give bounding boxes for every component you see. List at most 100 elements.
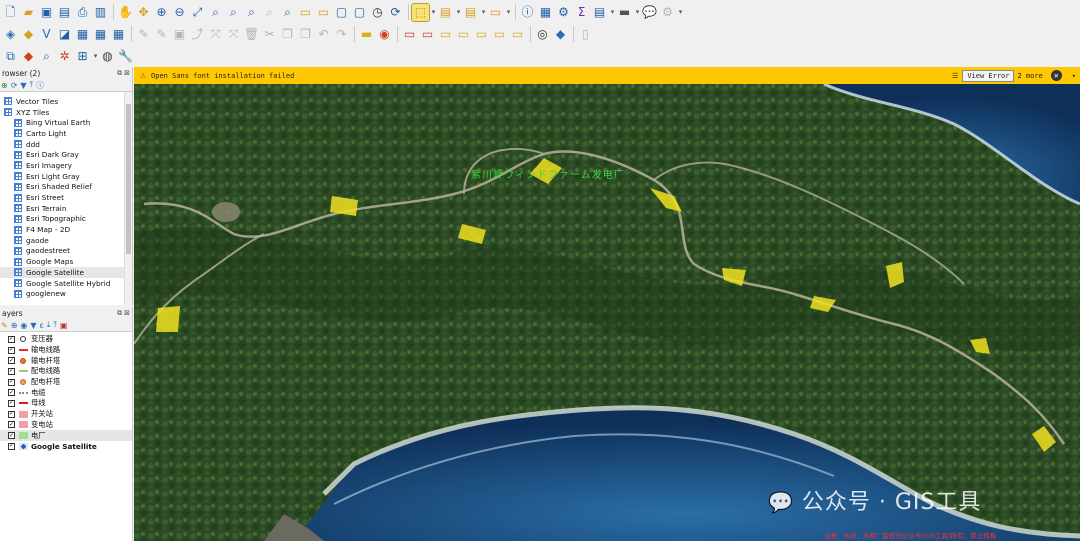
browser-item[interactable]: gaodestreet (0, 246, 132, 257)
browser-item[interactable]: F4 Map - 2D (0, 224, 132, 235)
label-diagram-icon[interactable]: ◉ (376, 26, 393, 43)
map-canvas[interactable]: 紫川岬ウィンドファーム发电厂 💬 公众号 · GIS工具 注意：水印，声明：版权… (134, 84, 1080, 541)
close-panel-icon[interactable]: ⊠ (124, 69, 130, 78)
layer-visibility-checkbox[interactable]: ✓ (8, 357, 15, 365)
view-error-button[interactable]: View Error (962, 69, 1015, 82)
clock-icon[interactable]: ◷ (369, 4, 386, 21)
layer-row[interactable]: ✓ 配电线路 (0, 366, 132, 377)
identify-2-icon[interactable]: ⊞ (74, 48, 91, 65)
layer-visibility-checkbox[interactable]: ✓ (8, 367, 15, 375)
new-3d-view-icon[interactable]: ▢ (351, 4, 368, 21)
layer-visibility-checkbox[interactable]: ✓ (8, 399, 15, 407)
layer-visibility-checkbox[interactable]: ✓ (8, 442, 15, 450)
chevron-down-icon[interactable]: ▾ (430, 8, 437, 16)
python-icon[interactable]: ◆ (552, 26, 569, 43)
layer-row[interactable]: ✓ 输电线路 (0, 345, 132, 356)
collapse-all-icon[interactable]: ⤒ (53, 320, 57, 330)
add-grid-icon[interactable]: ▦ (110, 26, 127, 43)
browser-item[interactable]: Carto Light (0, 128, 132, 139)
zoom-out-icon[interactable]: ⊖ (171, 4, 188, 21)
layer-visibility-checkbox[interactable]: ✓ (8, 410, 15, 418)
toggle-edit-icon[interactable]: ✎ (153, 26, 170, 43)
layer-row[interactable]: ✓ 开关站 (0, 409, 132, 420)
add-selected-icon[interactable]: ⊕ (1, 81, 8, 90)
save-edits-icon[interactable]: ▣ (171, 26, 188, 43)
float-panel-icon[interactable]: ⧉ (117, 69, 122, 78)
refresh-icon[interactable]: ⟳ (11, 81, 18, 90)
browser-item[interactable]: Esri Light Gray (0, 171, 132, 182)
copy-icon[interactable]: ❐ (279, 26, 296, 43)
layer-visibility-checkbox[interactable]: ✓ (8, 432, 15, 440)
label-icon[interactable]: ▬ (358, 26, 375, 43)
power-plant-polygon[interactable] (156, 306, 180, 332)
filter-expression-icon[interactable]: ε (40, 321, 44, 330)
measure-icon[interactable]: ▬ (616, 4, 633, 21)
layer-visibility-checkbox[interactable]: ✓ (8, 378, 15, 386)
panel-toggle-icon[interactable]: ▯ (577, 26, 594, 43)
move-feature-icon[interactable]: ⤧ (207, 26, 224, 43)
add-layer-icon[interactable]: ◈ (2, 26, 19, 43)
filter-select-icon[interactable]: ▭ (487, 4, 504, 21)
new-map-view-icon[interactable]: ▢ (333, 4, 350, 21)
chevron-down-icon[interactable]: ▾ (455, 8, 462, 16)
browser-item[interactable]: Esri Imagery (0, 160, 132, 171)
wrench-icon[interactable]: 🔧 (117, 48, 134, 65)
style-icon[interactable]: ✎ (1, 321, 8, 330)
browser-item[interactable]: Bing Virtual Earth (0, 117, 132, 128)
expand-all-icon[interactable]: ⤓ (47, 320, 51, 330)
filter-legend-icon[interactable]: ▼ (30, 321, 36, 330)
chevron-down-icon[interactable]: ▾ (634, 8, 641, 16)
info-icon[interactable]: ⓘ (36, 80, 44, 91)
chevron-down-icon[interactable]: ▾ (1072, 72, 1076, 80)
add-wms-icon[interactable]: ▦ (74, 26, 91, 43)
deselect-icon[interactable]: ▤ (462, 4, 479, 21)
browser-item[interactable]: Esri Shaded Relief (0, 182, 132, 193)
browser-item[interactable]: Esri Topographic (0, 214, 132, 225)
float-panel-icon[interactable]: ⧉ (117, 309, 122, 318)
new-bookmark-icon[interactable]: ▭ (297, 4, 314, 21)
undo-icon[interactable]: ↶ (315, 26, 332, 43)
add-group-icon[interactable]: ⊕ (11, 321, 18, 330)
paste-icon[interactable]: ❐ (297, 26, 314, 43)
print-layout-icon[interactable]: ⎙ (74, 4, 91, 21)
pan-to-selection-icon[interactable]: ✥ (135, 4, 152, 21)
pin-labels-icon[interactable]: ▭ (401, 26, 418, 43)
measure-area-icon[interactable]: ✲ (56, 48, 73, 65)
identify-icon[interactable]: ⓘ (519, 4, 536, 21)
browser-item[interactable]: gaode (0, 235, 132, 246)
filter-icon[interactable]: ▼ (20, 81, 26, 90)
browser-item[interactable]: Vector Tiles (0, 96, 132, 107)
layer-row[interactable]: ✓ Google Satellite (0, 441, 132, 452)
chevron-down-icon[interactable]: ▾ (480, 8, 487, 16)
layer-row[interactable]: ✓ 配电杆塔 (0, 377, 132, 388)
scrollbar-thumb[interactable] (126, 104, 131, 254)
close-panel-icon[interactable]: ⊠ (124, 309, 130, 318)
node-tool-icon[interactable]: ⧉ (2, 48, 19, 65)
browser-scrollbar[interactable] (124, 92, 132, 305)
remove-layer-icon[interactable]: ▣ (60, 321, 68, 330)
browser-item[interactable]: googlenew (0, 288, 132, 299)
node-tool-icon[interactable]: ⤧ (225, 26, 242, 43)
chevron-down-icon[interactable]: ▾ (677, 8, 684, 16)
visibility-icon[interactable]: ◉ (20, 321, 27, 330)
globe-icon[interactable]: ◍ (99, 48, 116, 65)
zoom-to-layer-icon[interactable]: ⌕ (225, 4, 242, 21)
collapse-all-icon[interactable]: ⤒ (30, 80, 34, 90)
cut-icon[interactable]: ✂ (261, 26, 278, 43)
field-calculator-icon[interactable]: ▤ (591, 4, 608, 21)
layer-row[interactable]: ✓ 输电杆塔 (0, 355, 132, 366)
show-label-icon[interactable]: ▭ (491, 26, 508, 43)
browser-item[interactable]: ddd (0, 139, 132, 150)
select-features-icon[interactable]: ⬚ (411, 2, 430, 22)
layer-row[interactable]: ✓ 母线 (0, 398, 132, 409)
snap-icon[interactable]: ⌕ (38, 48, 55, 65)
browser-item[interactable]: Google Satellite Hybrid (0, 278, 132, 289)
zoom-full-icon[interactable]: ⤢ (189, 4, 206, 21)
add-vector-icon[interactable]: ◆ (20, 26, 37, 43)
delete-icon[interactable]: 🗑 (243, 26, 260, 43)
select-attributes-icon[interactable]: ▤ (437, 4, 454, 21)
plugins-icon[interactable]: ⚙ (659, 4, 676, 21)
add-raster-icon[interactable]: V (38, 26, 55, 43)
layer-visibility-checkbox[interactable]: ✓ (8, 421, 15, 429)
open-project-icon[interactable]: ▰ (20, 4, 37, 21)
